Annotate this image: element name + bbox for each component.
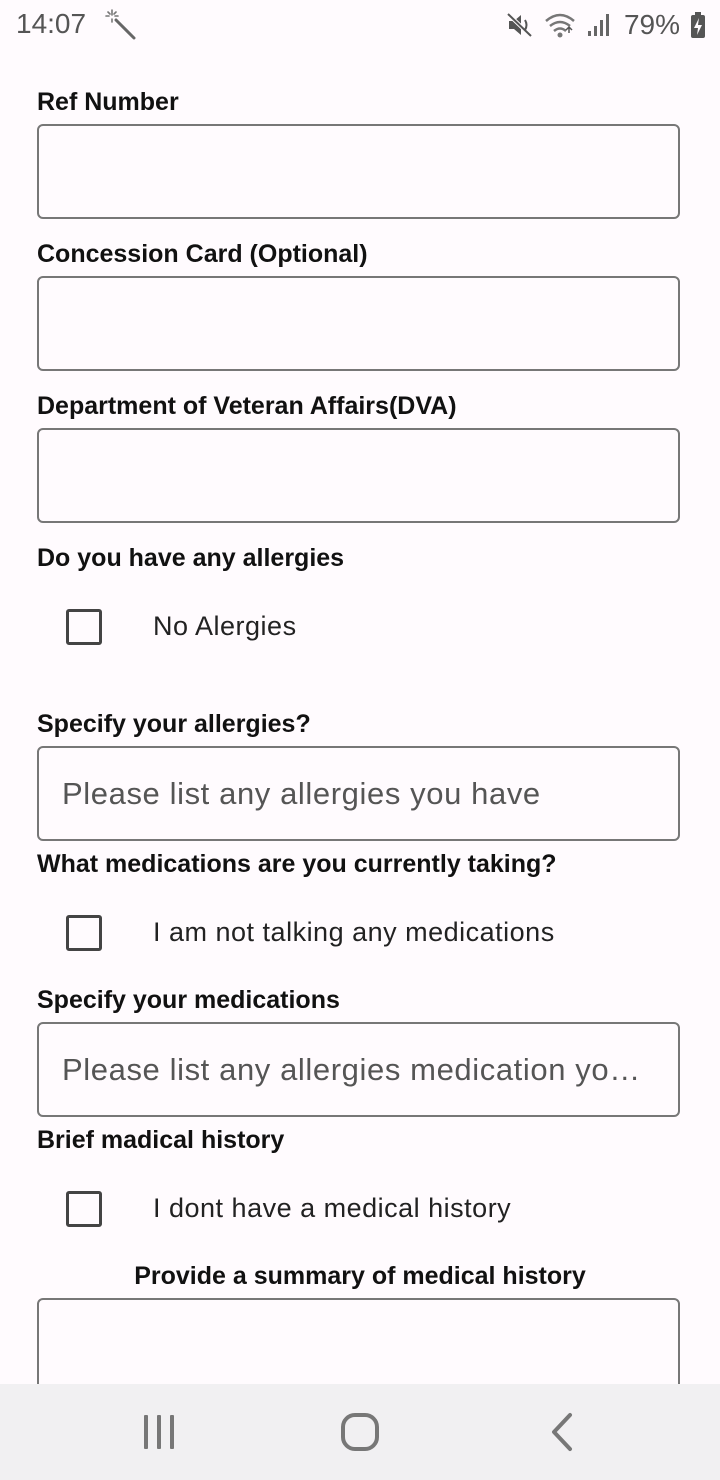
history-summary-input[interactable]	[37, 1298, 680, 1384]
allergies-input[interactable]: Please list any allergies you have	[37, 746, 680, 841]
no-medical-history-checkbox[interactable]	[66, 1191, 102, 1227]
concession-card-label: Concession Card (Optional)	[37, 240, 368, 268]
medications-question-label: What medications are you currently takin…	[37, 850, 557, 878]
allergies-placeholder: Please list any allergies you have	[62, 776, 541, 811]
form-content: Ref Number Concession Card (Optional) De…	[0, 0, 720, 1384]
no-allergies-label: No Alergies	[153, 611, 297, 641]
dva-label: Department of Veteran Affairs(DVA)	[37, 392, 457, 420]
no-allergies-row[interactable]: No Alergies	[0, 597, 720, 657]
navigation-bar	[0, 1384, 720, 1480]
specify-medications-label: Specify your medications	[37, 986, 340, 1014]
ref-number-field[interactable]	[37, 124, 680, 219]
home-icon[interactable]	[335, 1410, 385, 1454]
history-summary-label: Provide a summary of medical history	[134, 1262, 586, 1290]
medications-input[interactable]: Please list any allergies medication you…	[37, 1022, 680, 1117]
back-icon[interactable]	[538, 1410, 588, 1454]
no-medications-label: I am not talking any medications	[153, 917, 555, 947]
allergies-question-label: Do you have any allergies	[37, 544, 345, 572]
no-medications-row[interactable]: I am not talking any medications	[0, 903, 720, 963]
no-medical-history-row[interactable]: I dont have a medical history	[0, 1179, 720, 1239]
recent-apps-icon[interactable]	[134, 1410, 184, 1454]
ref-number-label: Ref Number	[37, 88, 179, 116]
no-medical-history-label: I dont have a medical history	[153, 1193, 512, 1223]
no-medications-checkbox[interactable]	[66, 915, 102, 951]
specify-allergies-label: Specify your allergies?	[37, 710, 311, 738]
medical-history-label: Brief madical history	[37, 1126, 285, 1154]
no-allergies-checkbox[interactable]	[66, 609, 102, 645]
medications-placeholder: Please list any allergies medication you…	[62, 1052, 642, 1087]
concession-card-field[interactable]	[37, 276, 680, 371]
dva-field[interactable]	[37, 428, 680, 523]
